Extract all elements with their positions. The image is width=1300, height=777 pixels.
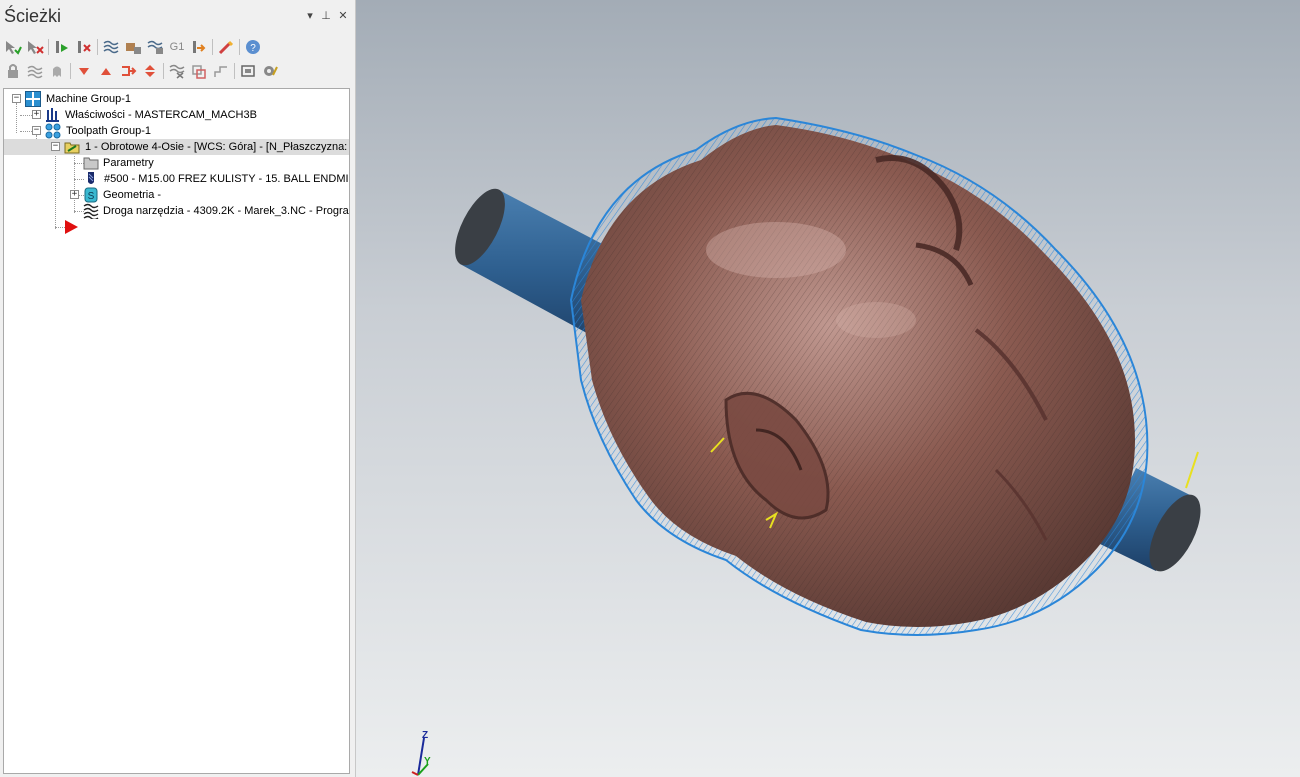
tree-item-label: Droga narzędzia - 4309.2K - Marek_3.NC -… <box>103 205 350 217</box>
collapse-icon[interactable]: − <box>51 142 60 151</box>
toggle-display-icon[interactable] <box>24 60 46 82</box>
machine-group-icon <box>25 91 41 107</box>
move-down-icon[interactable] <box>73 60 95 82</box>
panel-title: Ścieżki <box>4 6 62 26</box>
machine-settings-icon[interactable] <box>237 60 259 82</box>
operation-folder-icon <box>64 139 80 155</box>
tree-item-label: 1 - Obrotowe 4-Osie - [WCS: Góra] - [N_P… <box>85 141 350 153</box>
scroll-to-arrow-icon[interactable] <box>139 60 161 82</box>
insert-arrow-icon[interactable] <box>117 60 139 82</box>
folder-icon <box>83 155 99 171</box>
properties-icon <box>45 107 61 123</box>
high-speed-icon[interactable] <box>188 36 210 58</box>
simulate-icon[interactable] <box>144 36 166 58</box>
insert-arrow-icon <box>63 219 79 235</box>
tree-item-operation[interactable]: − 1 - Obrotowe 4-Osie - [WCS: Góra] - [N… <box>4 139 349 155</box>
lock-icon[interactable] <box>2 60 24 82</box>
svg-text:S: S <box>88 191 95 202</box>
tree-item-label: Właściwości - MASTERCAM_MACH3B <box>65 109 257 121</box>
toolpath-wave-icon <box>83 203 99 219</box>
axis-z-label: Z <box>422 730 429 741</box>
toolpaths-panel: Ścieżki ▾ ⊥ ✕ G1 ? − Machine Group-1 + W… <box>0 0 356 777</box>
ghost-icon[interactable] <box>46 60 68 82</box>
tree-item-toolpath-group[interactable]: − Toolpath Group-1 <box>4 123 349 139</box>
toggle-posting-icon[interactable] <box>166 60 188 82</box>
g1-icon[interactable]: G1 <box>166 36 188 58</box>
options-icon[interactable] <box>259 60 281 82</box>
svg-text:?: ? <box>250 43 256 54</box>
backplot-icon[interactable] <box>100 36 122 58</box>
insert-arrow-marker[interactable] <box>4 219 349 235</box>
toolbar-row-1: G1 ? <box>2 36 264 58</box>
tree-item-label: Toolpath Group-1 <box>66 125 151 137</box>
tree-item-toolpath[interactable]: Droga narzędzia - 4309.2K - Marek_3.NC -… <box>4 203 349 219</box>
panel-header: Ścieżki ▾ ⊥ ✕ <box>0 0 356 34</box>
tree-item-properties[interactable]: + Właściwości - MASTERCAM_MACH3B <box>4 107 349 123</box>
tree-item-label: Parametry <box>103 157 154 169</box>
tree-item-machine-group[interactable]: − Machine Group-1 <box>4 91 349 107</box>
pin-icon[interactable]: ⊥ <box>319 9 333 23</box>
help-icon[interactable]: ? <box>242 36 264 58</box>
axis-y-label: Y <box>424 756 431 767</box>
axis-triad: Z Y <box>408 730 438 777</box>
tree-item-label: Machine Group-1 <box>46 93 131 105</box>
tree-item-label: #500 - M15.00 FREZ KULISTY - 15. BALL EN… <box>104 173 350 185</box>
close-icon[interactable]: ✕ <box>336 9 350 23</box>
toolpath-tree[interactable]: − Machine Group-1 + Właściwości - MASTER… <box>3 88 350 774</box>
collapse-icon[interactable]: − <box>12 94 21 103</box>
regen-icon[interactable] <box>51 36 73 58</box>
chevron-down-icon[interactable]: ▾ <box>303 9 317 23</box>
model-render <box>455 116 1201 636</box>
collapse-icon[interactable]: − <box>32 126 41 135</box>
verify-icon[interactable] <box>122 36 144 58</box>
deselect-icon[interactable] <box>24 36 46 58</box>
tree-item-label: Geometria - <box>103 189 162 201</box>
copy-icon[interactable] <box>188 60 210 82</box>
expand-icon[interactable]: + <box>70 190 79 199</box>
regen-dirty-icon[interactable] <box>73 36 95 58</box>
geometry-icon: S <box>83 187 99 203</box>
tool-manager-icon[interactable] <box>215 36 237 58</box>
expand-icon[interactable]: + <box>32 110 41 119</box>
toolbar-row-2 <box>2 60 281 82</box>
ball-endmill-icon <box>83 171 99 187</box>
graphics-viewport[interactable]: Z Y <box>356 0 1300 777</box>
transform-icon[interactable] <box>210 60 232 82</box>
toolpath-group-icon <box>45 123 61 139</box>
move-up-icon[interactable] <box>95 60 117 82</box>
select-all-icon[interactable] <box>2 36 24 58</box>
tree-item-tool[interactable]: #500 - M15.00 FREZ KULISTY - 15. BALL EN… <box>4 171 349 187</box>
tree-item-parameters[interactable]: Parametry <box>4 155 349 171</box>
tree-item-geometry[interactable]: + S Geometria - <box>4 187 349 203</box>
